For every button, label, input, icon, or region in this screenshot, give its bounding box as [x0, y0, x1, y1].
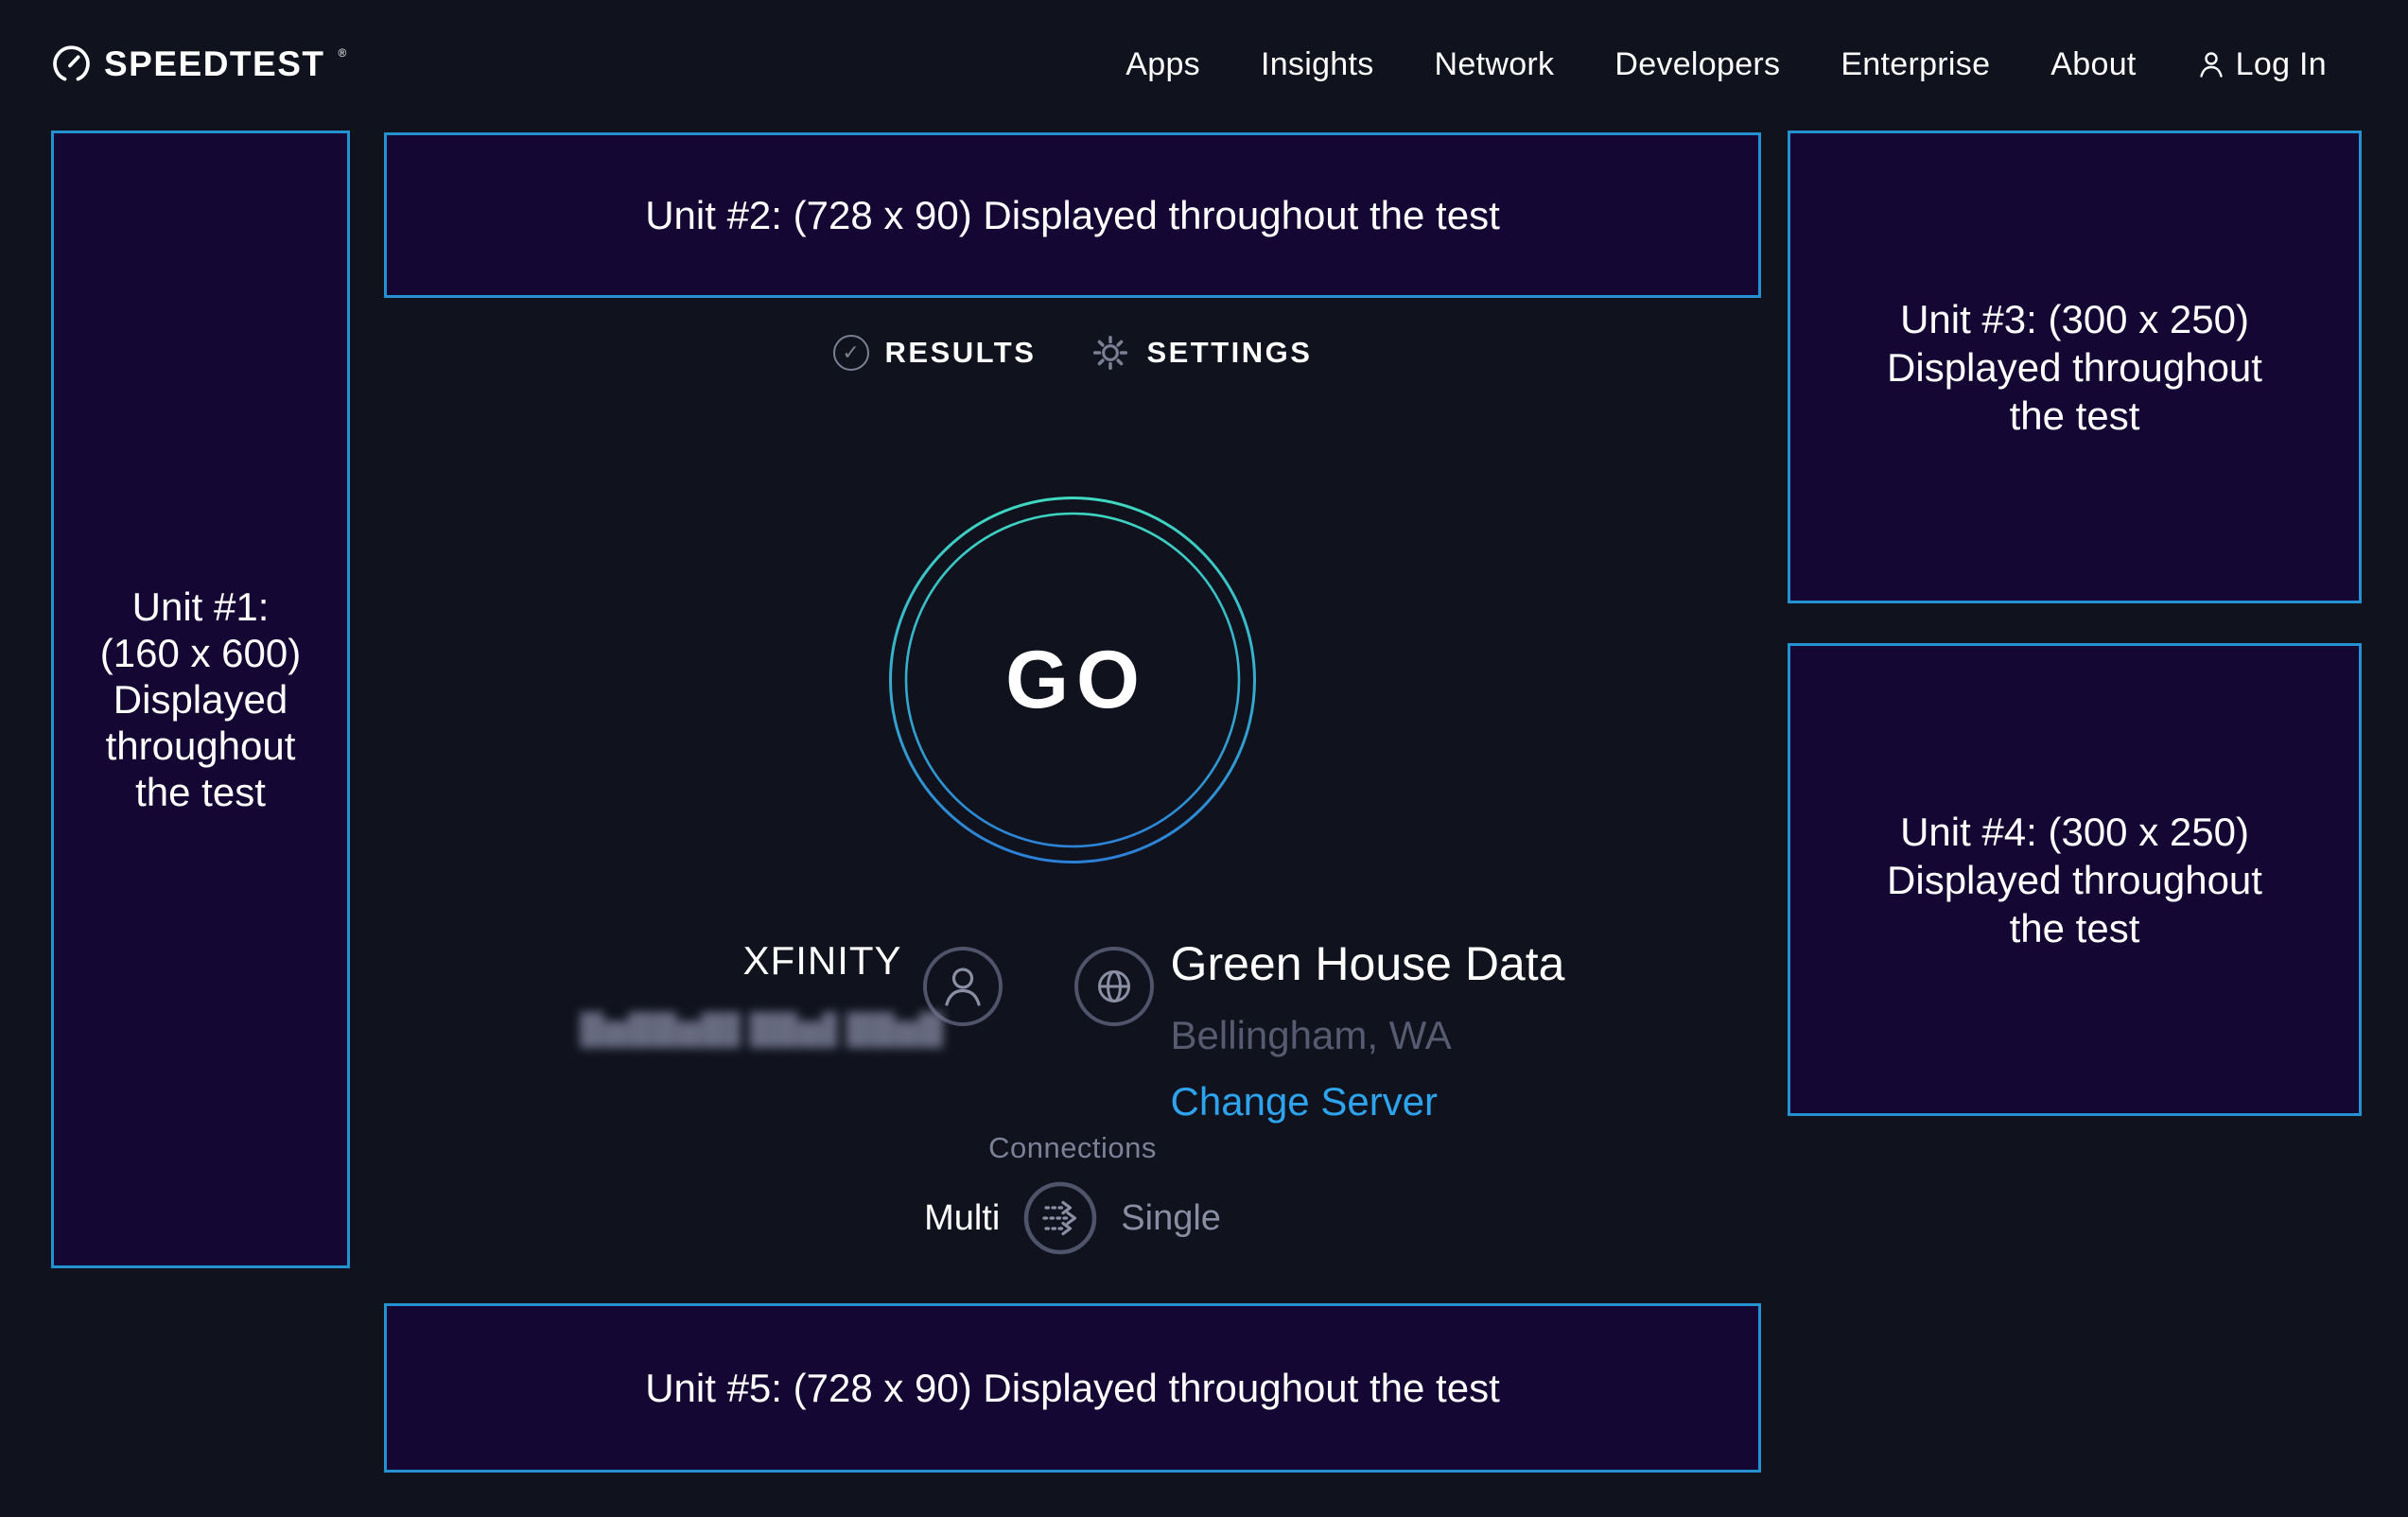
server-location: Bellingham, WA	[1171, 1015, 1565, 1056]
login-label: Log In	[2236, 46, 2327, 83]
settings-label: SETTINGS	[1146, 336, 1312, 370]
ad-unit-4-rectangle[interactable]: Unit #4: (300 x 250) Displayed throughou…	[1788, 643, 2362, 1116]
nav-item-insights[interactable]: Insights	[1261, 46, 1374, 83]
go-button[interactable]: GO	[888, 496, 1257, 864]
connections-multi-label[interactable]: Multi	[924, 1198, 1000, 1239]
provider-info: XFINITY █▆██▆█▋██▆▋██▆█	[581, 939, 902, 1047]
nav-item-network[interactable]: Network	[1435, 46, 1555, 83]
speedtest-logo[interactable]: SPEEDTEST ®	[52, 44, 346, 84]
server-globe-icon	[1074, 947, 1154, 1026]
person-icon	[2197, 49, 2225, 80]
redacted-provider-detail: █▆██▆█▋██▆▋██▆█	[581, 1013, 944, 1047]
connections-single-label[interactable]: Single	[1121, 1198, 1221, 1239]
ad-unit-4-text: Unit #4: (300 x 250) Displayed throughou…	[1887, 808, 2262, 952]
connections-toggle-row: Multi Single	[384, 1180, 1761, 1256]
nav-item-apps[interactable]: Apps	[1125, 46, 1200, 83]
ad-unit-5-text: Unit #5: (728 x 90) Displayed throughout…	[645, 1364, 1500, 1412]
ad-unit-2-leaderboard[interactable]: Unit #2: (728 x 90) Displayed throughout…	[384, 132, 1761, 298]
tab-settings[interactable]: SETTINGS	[1091, 333, 1312, 373]
change-server-link[interactable]: Change Server	[1171, 1081, 1565, 1123]
ad-unit-1-skyscraper[interactable]: Unit #1: (160 x 600) Displayed throughou…	[51, 131, 350, 1268]
nav-menu: Apps Insights Network Developers Enterpr…	[1125, 46, 2327, 83]
results-label: RESULTS	[885, 336, 1037, 370]
ad-unit-1-text: Unit #1: (160 x 600) Displayed throughou…	[100, 584, 301, 815]
connections-toggle[interactable]	[1022, 1180, 1098, 1256]
go-button-area: GO	[384, 496, 1761, 864]
nav-item-enterprise[interactable]: Enterprise	[1841, 46, 1990, 83]
provider-name: XFINITY	[581, 939, 902, 983]
server-info: Green House Data Bellingham, WA Change S…	[1171, 939, 1565, 1123]
trademark-symbol: ®	[339, 46, 347, 60]
nav-login-button[interactable]: Log In	[2197, 46, 2327, 83]
go-label: GO	[888, 496, 1257, 864]
nav-item-about[interactable]: About	[2050, 46, 2136, 83]
brand-name: SPEEDTEST	[104, 44, 325, 84]
top-nav: SPEEDTEST ® Apps Insights Network Develo…	[0, 0, 2408, 129]
gear-icon	[1091, 333, 1130, 373]
ad-unit-5-leaderboard[interactable]: Unit #5: (728 x 90) Displayed throughout…	[384, 1303, 1761, 1473]
tab-results[interactable]: ✓ RESULTS	[833, 335, 1037, 371]
multi-connection-arrows-icon	[1022, 1180, 1098, 1256]
provider-server-row: XFINITY █▆██▆█▋██▆▋██▆█ Green House Data…	[384, 939, 1761, 1123]
results-check-icon: ✓	[833, 335, 869, 371]
speedtest-gauge-icon	[52, 44, 91, 84]
ad-unit-3-rectangle[interactable]: Unit #3: (300 x 250) Displayed throughou…	[1788, 131, 2362, 603]
server-name: Green House Data	[1171, 939, 1565, 988]
connections-section: Connections Multi Single	[384, 1131, 1761, 1256]
tabs-row: ✓ RESULTS SETTINGS	[384, 333, 1761, 373]
connections-heading: Connections	[384, 1131, 1761, 1165]
ad-unit-3-text: Unit #3: (300 x 250) Displayed throughou…	[1887, 295, 2262, 440]
ad-unit-2-text: Unit #2: (728 x 90) Displayed throughout…	[645, 191, 1500, 239]
nav-item-developers[interactable]: Developers	[1614, 46, 1780, 83]
